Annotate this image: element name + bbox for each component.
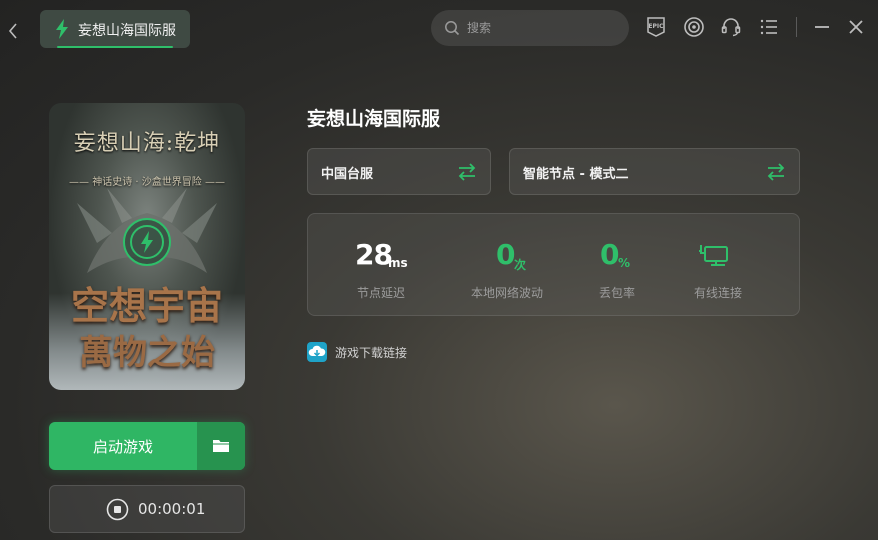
jitter-value: 0 [496, 238, 516, 271]
search-input[interactable] [467, 19, 617, 37]
epic-games-icon[interactable]: EPIC [645, 16, 667, 38]
menu-list-icon[interactable] [758, 16, 780, 38]
latency-label: 节点延迟 [357, 286, 406, 300]
node-label: 智能节点 - 模式二 [523, 167, 629, 182]
packet-loss-label: 丢包率 [599, 286, 636, 300]
jitter-label: 本地网络波动 [471, 286, 544, 300]
server-label: 中国台服 [321, 167, 374, 182]
cover-title: 妄想山海:乾坤 [73, 131, 221, 156]
open-folder-button[interactable] [197, 422, 245, 470]
node-selector[interactable]: 智能节点 - 模式二 [509, 148, 800, 195]
jitter-unit: 次 [514, 258, 527, 272]
search-box[interactable] [431, 10, 629, 46]
cloud-download-icon [307, 342, 327, 362]
search-icon [445, 21, 460, 36]
server-selector[interactable]: 中国台服 [307, 148, 491, 195]
timer-value: 00:00:01 [138, 500, 206, 518]
titlebar-divider [796, 17, 797, 37]
latency-unit: ms [388, 256, 408, 270]
title-bar: 妄想山海国际服 EPIC [0, 0, 878, 56]
close-icon[interactable] [845, 16, 867, 38]
game-tab[interactable]: 妄想山海国际服 [40, 10, 190, 48]
launch-game-label: 启动游戏 [92, 438, 153, 456]
back-button[interactable] [4, 18, 22, 42]
game-cover-image: 妄想山海:乾坤 —— 神话史诗 · 沙盒世界冒险 —— 空想宇宙 萬物之始 [49, 103, 245, 390]
minimize-icon[interactable] [811, 16, 833, 38]
stat-jitter: 0 次 本地网络波动 [448, 214, 578, 317]
cover-slogan-2: 萬物之始 [79, 333, 215, 373]
stop-icon[interactable] [106, 498, 129, 521]
packet-loss-value: 0 [600, 238, 620, 271]
chevron-left-icon [8, 23, 17, 39]
lightning-bolt-icon [56, 19, 68, 39]
connection-type-label: 有线连接 [694, 286, 743, 300]
cover-slogan-1: 空想宇宙 [70, 283, 223, 328]
swap-arrows-icon [458, 163, 476, 181]
folder-icon [213, 440, 229, 452]
accelerator-badge-icon [123, 218, 171, 266]
swap-arrows-icon [767, 163, 785, 181]
network-stats-panel: 28 ms 节点延迟 0 次 本地网络波动 0 % 丢包率 有线连接 [307, 213, 800, 316]
launch-game-button[interactable]: 启动游戏 [49, 422, 245, 470]
stat-connection-type: 有线连接 [678, 214, 801, 317]
session-timer: 00:00:01 [49, 485, 245, 533]
stat-packet-loss: 0 % 丢包率 [578, 214, 678, 317]
latency-value: 28 [355, 238, 393, 271]
steam-icon[interactable] [683, 16, 705, 38]
svg-text:EPIC: EPIC [648, 23, 664, 30]
packet-loss-unit: % [618, 256, 631, 270]
wired-connection-icon [699, 245, 728, 266]
cover-subtitle: —— 神话史诗 · 沙盒世界冒险 —— [69, 177, 225, 188]
page-title: 妄想山海国际服 [307, 108, 441, 130]
tab-active-underline [57, 46, 173, 48]
headset-support-icon[interactable] [720, 16, 742, 38]
tab-label: 妄想山海国际服 [78, 23, 176, 39]
stat-latency: 28 ms 节点延迟 [308, 214, 448, 317]
download-link-label: 游戏下载链接 [335, 346, 408, 360]
